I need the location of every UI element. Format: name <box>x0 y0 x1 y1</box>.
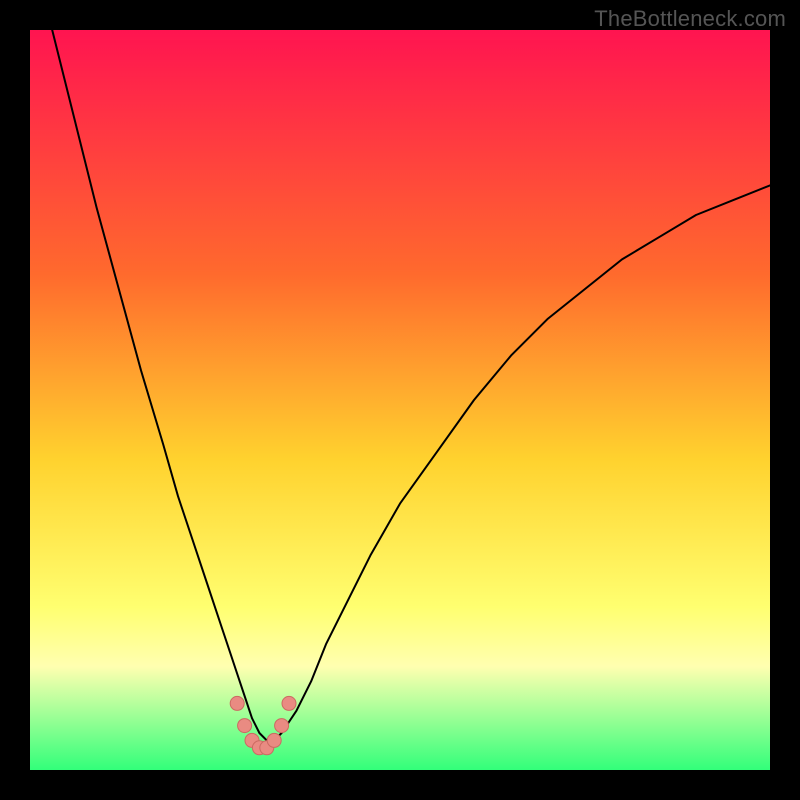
marker-dot <box>267 733 281 747</box>
marker-dot <box>238 719 252 733</box>
marker-dot <box>282 696 296 710</box>
gradient-background <box>30 30 770 770</box>
marker-dot <box>230 696 244 710</box>
chart-frame: TheBottleneck.com <box>0 0 800 800</box>
watermark-text: TheBottleneck.com <box>594 6 786 32</box>
plot-area <box>30 30 770 770</box>
bottleneck-chart <box>30 30 770 770</box>
marker-dot <box>275 719 289 733</box>
